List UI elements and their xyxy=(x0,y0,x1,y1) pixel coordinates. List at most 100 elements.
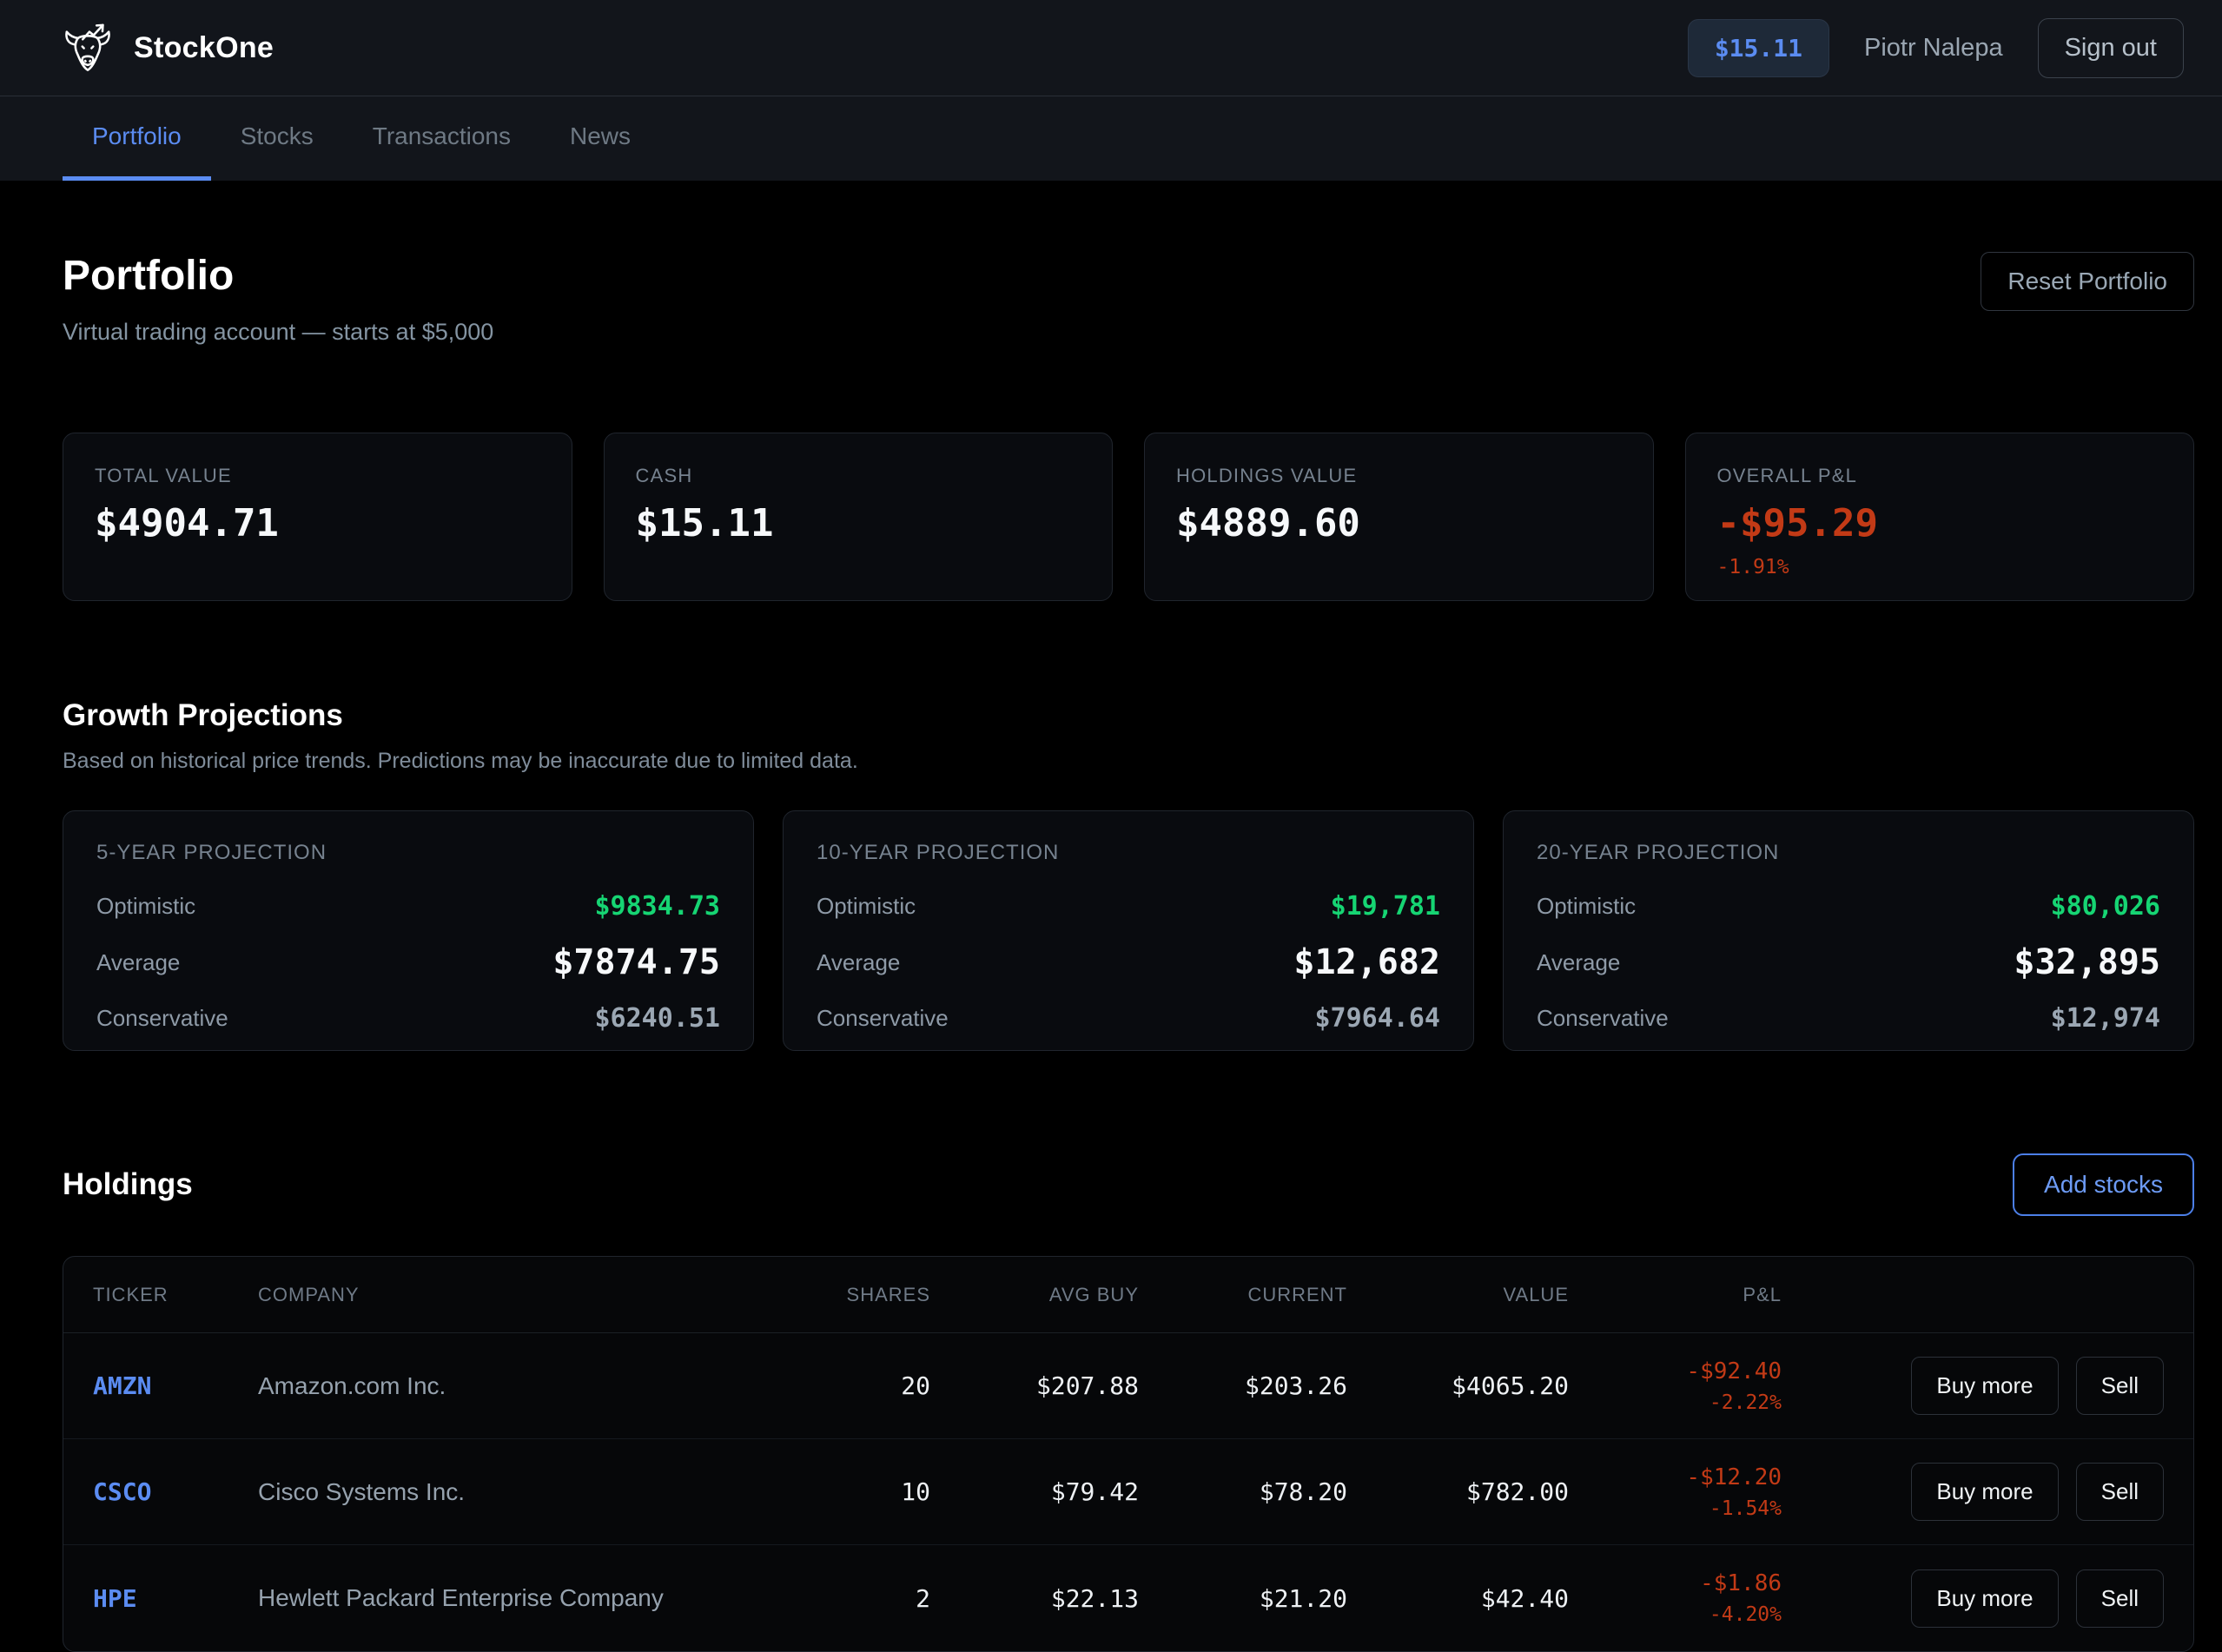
page-head: Portfolio Virtual trading account — star… xyxy=(63,252,2194,346)
top-bar-right: $15.11 Piotr Nalepa Sign out xyxy=(1688,18,2184,78)
projection-row-optimistic: Optimistic $19,781 xyxy=(817,891,1440,922)
user-name: Piotr Nalepa xyxy=(1864,34,2003,63)
projection-row-label: Average xyxy=(1537,949,1620,976)
table-row-amzn: AMZN Amazon.com Inc. 20 $207.88 $203.26 … xyxy=(63,1333,2193,1439)
projection-card-title: 5-YEAR PROJECTION xyxy=(96,841,720,865)
projection-row-value: $32,895 xyxy=(2014,942,2160,982)
ticker-link[interactable]: AMZN xyxy=(93,1371,258,1400)
tab-transactions[interactable]: Transactions xyxy=(343,96,540,181)
table-row-csco: CSCO Cisco Systems Inc. 10 $79.42 $78.20… xyxy=(63,1439,2193,1545)
buy-more-button[interactable]: Buy more xyxy=(1911,1569,2058,1628)
pl-percent: -4.20% xyxy=(1709,1603,1782,1626)
brand-name: StockOne xyxy=(134,31,274,65)
projection-row-value: $12,974 xyxy=(2051,1003,2160,1034)
projection-row-label: Average xyxy=(96,949,180,976)
position-value: $782.00 xyxy=(1347,1477,1569,1506)
stats-row: TOTAL VALUE $4904.71 CASH $15.11 HOLDING… xyxy=(63,433,2194,601)
projection-card-title: 10-YEAR PROJECTION xyxy=(817,841,1440,865)
pl-percent: -2.22% xyxy=(1709,1391,1782,1414)
col-pl: P&L xyxy=(1569,1284,1782,1306)
ticker-link[interactable]: CSCO xyxy=(93,1477,258,1506)
row-actions: Buy more Sell xyxy=(1782,1463,2164,1521)
pl-amount: -$92.40 xyxy=(1686,1358,1782,1384)
projection-row-label: Conservative xyxy=(817,1005,949,1032)
tab-portfolio[interactable]: Portfolio xyxy=(63,96,211,181)
current-price-value: $78.20 xyxy=(1139,1477,1347,1506)
buy-more-button[interactable]: Buy more xyxy=(1911,1357,2058,1415)
sell-button[interactable]: Sell xyxy=(2076,1463,2164,1521)
stat-card-cash: CASH $15.11 xyxy=(604,433,1114,601)
col-avg-buy: AVG BUY xyxy=(930,1284,1139,1306)
pl-cell: -$92.40 -2.22% xyxy=(1569,1358,1782,1414)
col-ticker: TICKER xyxy=(93,1284,258,1306)
avg-buy-value: $207.88 xyxy=(930,1371,1139,1400)
stat-label: HOLDINGS VALUE xyxy=(1176,465,1622,487)
shares-value: 20 xyxy=(774,1371,930,1400)
projection-cards: 5-YEAR PROJECTION Optimistic $9834.73 Av… xyxy=(63,810,2194,1051)
projection-row-average: Average $12,682 xyxy=(817,942,1440,982)
projection-row-value: $9834.73 xyxy=(595,891,721,922)
projection-row-conservative: Conservative $12,974 xyxy=(1537,1003,2160,1034)
reset-portfolio-button[interactable]: Reset Portfolio xyxy=(1981,252,2194,311)
projection-row-label: Conservative xyxy=(1537,1005,1669,1032)
avg-buy-value: $22.13 xyxy=(930,1584,1139,1613)
ticker-link[interactable]: HPE xyxy=(93,1584,258,1613)
projection-row-label: Average xyxy=(817,949,900,976)
top-bar: StockOne $15.11 Piotr Nalepa Sign out xyxy=(0,0,2222,96)
projection-card-10-year: 10-YEAR PROJECTION Optimistic $19,781 Av… xyxy=(783,810,1474,1051)
main-nav: Portfolio Stocks Transactions News xyxy=(0,96,2222,181)
projection-row-value: $19,781 xyxy=(1331,891,1440,922)
pl-amount: -$1.86 xyxy=(1700,1570,1782,1596)
page-subtitle: Virtual trading account — starts at $5,0… xyxy=(63,319,493,346)
page-title: Portfolio xyxy=(63,252,493,300)
projections-title: Growth Projections xyxy=(63,698,2194,733)
position-value: $42.40 xyxy=(1347,1584,1569,1613)
projection-row-value: $12,682 xyxy=(1293,942,1440,982)
projection-row-label: Optimistic xyxy=(1537,893,1636,920)
company-name: Hewlett Packard Enterprise Company xyxy=(258,1584,774,1612)
holdings-title: Holdings xyxy=(63,1167,193,1202)
cash-balance-badge[interactable]: $15.11 xyxy=(1688,19,1829,77)
projection-row-value: $80,026 xyxy=(2051,891,2160,922)
stat-label: CASH xyxy=(636,465,1081,487)
holdings-section: Holdings Add stocks TICKER COMPANY SHARE… xyxy=(63,1153,2194,1652)
shares-value: 2 xyxy=(774,1584,930,1613)
stat-card-total-value: TOTAL VALUE $4904.71 xyxy=(63,433,572,601)
holdings-table: TICKER COMPANY SHARES AVG BUY CURRENT VA… xyxy=(63,1256,2194,1652)
projections-subtitle: Based on historical price trends. Predic… xyxy=(63,749,2194,774)
bull-logo-icon xyxy=(61,21,115,75)
stat-value: $15.11 xyxy=(636,501,1081,545)
projection-row-average: Average $32,895 xyxy=(1537,942,2160,982)
projection-row-label: Optimistic xyxy=(96,893,195,920)
stat-card-overall-pl: OVERALL P&L -$95.29 -1.91% xyxy=(1685,433,2195,601)
projection-row-average: Average $7874.75 xyxy=(96,942,720,982)
stat-value: -$95.29 xyxy=(1717,501,2163,545)
sign-out-button[interactable]: Sign out xyxy=(2038,18,2184,78)
tab-news[interactable]: News xyxy=(540,96,660,181)
sell-button[interactable]: Sell xyxy=(2076,1357,2164,1415)
holdings-table-header: TICKER COMPANY SHARES AVG BUY CURRENT VA… xyxy=(63,1257,2193,1333)
projection-row-value: $7874.75 xyxy=(552,942,720,982)
pl-amount: -$12.20 xyxy=(1686,1464,1782,1490)
company-name: Cisco Systems Inc. xyxy=(258,1478,774,1506)
projection-row-optimistic: Optimistic $80,026 xyxy=(1537,891,2160,922)
col-company: COMPANY xyxy=(258,1284,774,1306)
tab-stocks[interactable]: Stocks xyxy=(211,96,343,181)
sell-button[interactable]: Sell xyxy=(2076,1569,2164,1628)
avg-buy-value: $79.42 xyxy=(930,1477,1139,1506)
main-content: Portfolio Virtual trading account — star… xyxy=(0,252,2222,1652)
row-actions: Buy more Sell xyxy=(1782,1357,2164,1415)
projection-card-title: 20-YEAR PROJECTION xyxy=(1537,841,2160,865)
add-stocks-button[interactable]: Add stocks xyxy=(2013,1153,2194,1216)
buy-more-button[interactable]: Buy more xyxy=(1911,1463,2058,1521)
projection-row-value: $7964.64 xyxy=(1315,1003,1441,1034)
projection-row-value: $6240.51 xyxy=(595,1003,721,1034)
pl-cell: -$12.20 -1.54% xyxy=(1569,1464,1782,1520)
projection-row-optimistic: Optimistic $9834.73 xyxy=(96,891,720,922)
col-shares: SHARES xyxy=(774,1284,930,1306)
projection-row-conservative: Conservative $7964.64 xyxy=(817,1003,1440,1034)
col-value: VALUE xyxy=(1347,1284,1569,1306)
pl-percent: -1.54% xyxy=(1709,1497,1782,1520)
stat-value: $4904.71 xyxy=(95,501,540,545)
shares-value: 10 xyxy=(774,1477,930,1506)
